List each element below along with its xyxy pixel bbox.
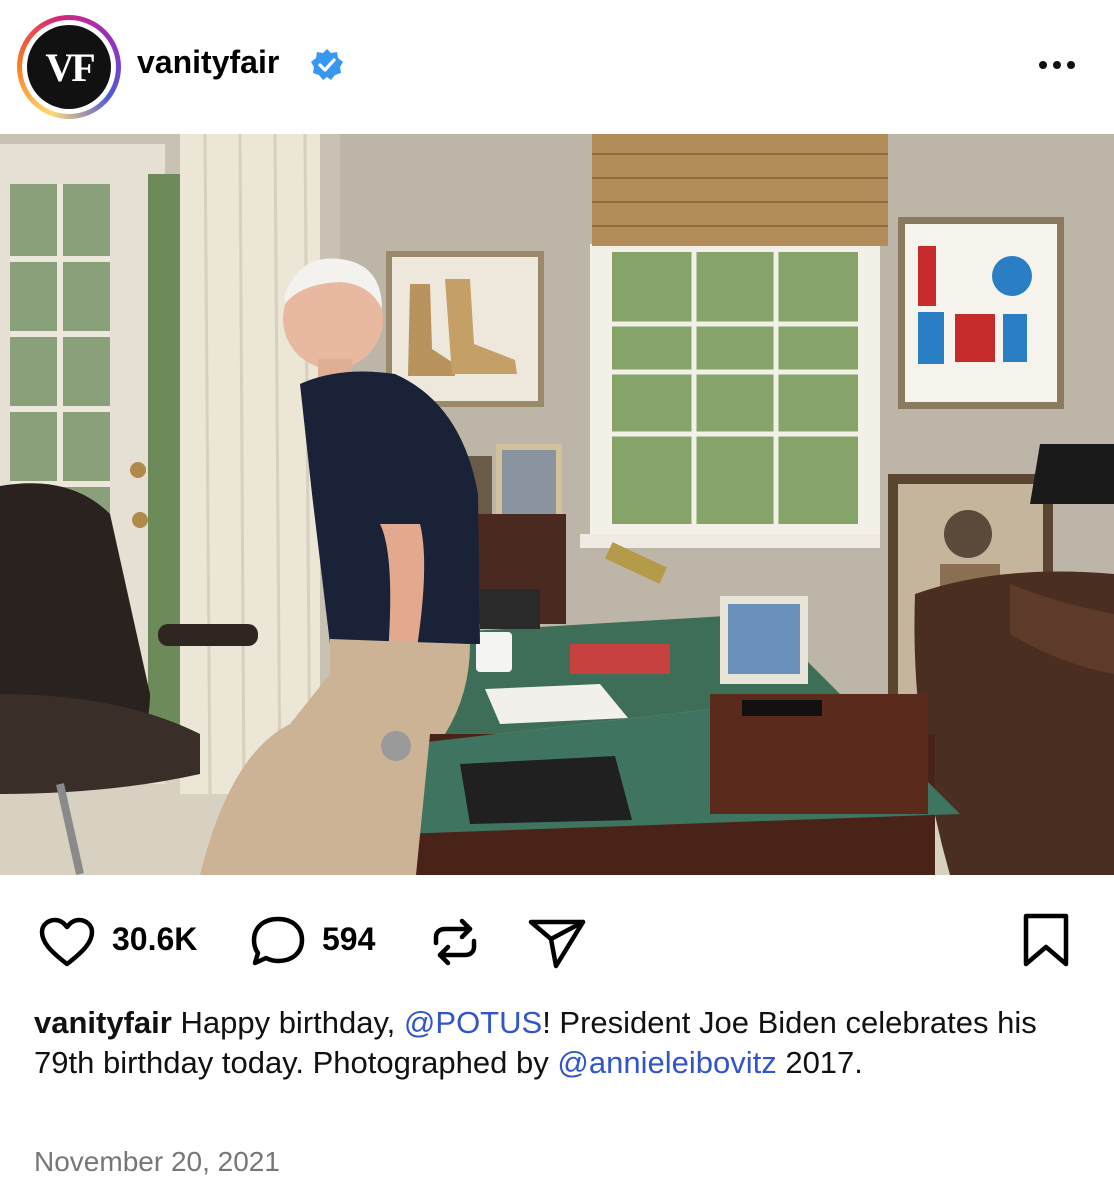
post-date: November 20, 2021 (34, 1146, 280, 1177)
avatar[interactable]: VF (17, 15, 121, 119)
caption-text: 2017. (785, 1045, 863, 1080)
caption-username[interactable]: vanityfair (34, 1005, 172, 1040)
post-caption: vanityfair Happy birthday, @POTUS! Presi… (34, 1003, 1084, 1083)
verified-badge-icon (311, 49, 343, 80)
username[interactable]: vanityfair (137, 44, 279, 81)
mention-potus[interactable]: @POTUS (404, 1005, 542, 1040)
share-icon[interactable] (526, 913, 588, 971)
more-horizontal-icon[interactable] (1036, 48, 1078, 82)
office-scene-image (0, 134, 1114, 875)
comment-icon[interactable] (248, 913, 308, 969)
heart-icon[interactable] (38, 916, 96, 968)
avatar-logo: VF (27, 25, 111, 109)
like-count[interactable]: 30.6K (112, 921, 197, 958)
post-header: VF vanityfair (0, 0, 1114, 134)
post-photo[interactable] (0, 134, 1114, 875)
bookmark-icon[interactable] (1020, 911, 1072, 969)
action-bar: 30.6K 594 (0, 875, 1114, 995)
mention-annieleibovitz[interactable]: @annieleibovitz (557, 1045, 776, 1080)
comment-count[interactable]: 594 (322, 921, 375, 958)
caption-text: Happy birthday, (180, 1005, 396, 1040)
repost-icon[interactable] (426, 913, 484, 971)
